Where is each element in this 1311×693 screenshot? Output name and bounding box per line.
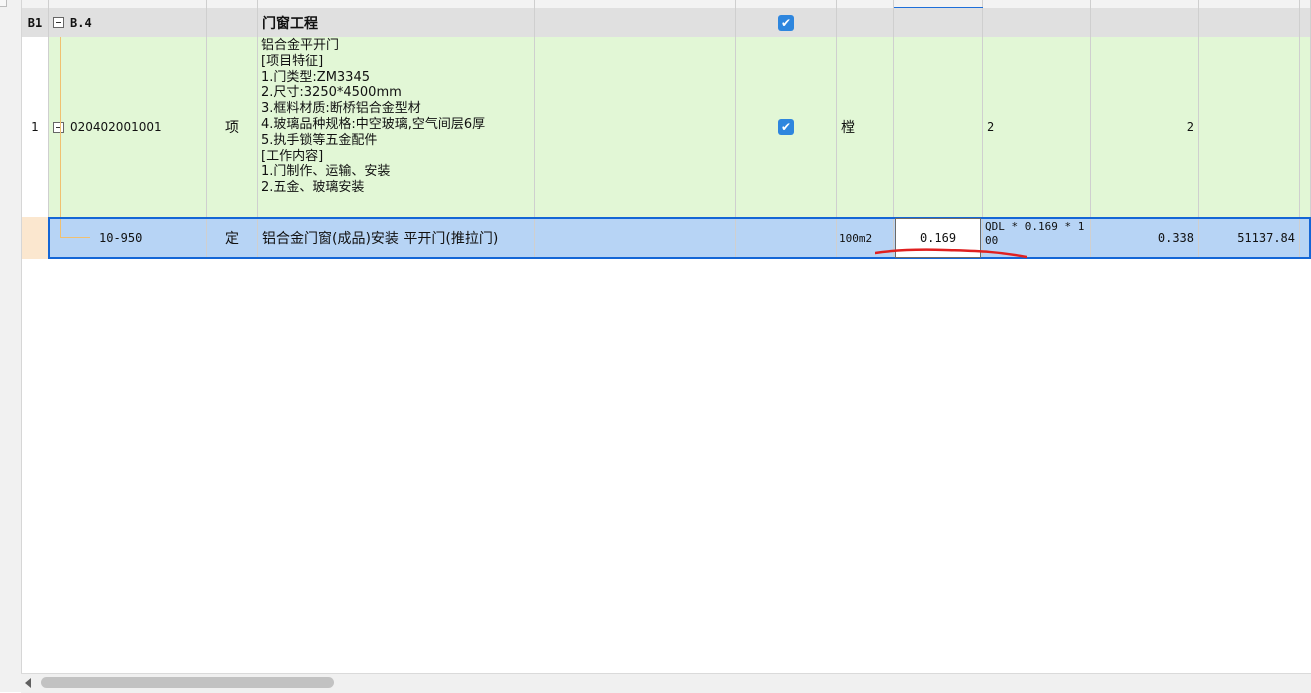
checkbox-checked-icon[interactable]: ✔ [778, 14, 794, 31]
left-arrow-icon[interactable] [25, 678, 31, 688]
corner-tab[interactable] [0, 0, 7, 7]
horizontal-scrollbar[interactable] [21, 673, 1311, 693]
scrollbar-thumb[interactable] [41, 677, 334, 688]
minus-box-icon[interactable] [53, 17, 64, 28]
description-line: [工作内容] [261, 148, 324, 164]
table-row-quota[interactable]: 10-950 定 铝合金门窗(成品)安装 平开门(推拉门) 100m2 QDL … [22, 217, 1311, 259]
description-line: 1.门制作、运输、安装 [261, 164, 391, 180]
checkbox-checked-icon[interactable]: ✔ [778, 119, 794, 135]
group-code: B.4 [70, 15, 92, 30]
row-index: 1 [31, 120, 39, 134]
quota-expression[interactable]: QDL * 0.169 * 100 [983, 217, 1090, 251]
quota-name: 铝合金门窗(成品)安装 平开门(推拉门) [262, 231, 499, 247]
bill-grid: B1 B.4 门窗工程 ✔ 1 020402001001 项 铝合金平开门 [项… [22, 0, 1311, 260]
description-line: 1.门类型:ZM3345 [261, 69, 370, 85]
description-line: 3.框料材质:断桥铝合金型材 [261, 101, 421, 117]
item-quantity: 2 [1186, 120, 1194, 134]
item-unit: 樘 [841, 120, 855, 136]
description-line: 2.五金、玻璃安装 [261, 180, 365, 196]
description-line: 2.尺寸:3250*4500mm [261, 85, 402, 101]
quota-price: 51137.84 [1237, 231, 1295, 245]
left-gutter [0, 0, 22, 692]
description-line: 5.执手锁等五金配件 [261, 132, 378, 148]
item-expression[interactable]: 2 [983, 37, 1090, 217]
table-row-item-1[interactable]: 1 020402001001 项 铝合金平开门 [项目特征] 1.门类型:ZM3… [22, 37, 1311, 218]
tree-line [60, 217, 61, 237]
quota-code: 10-950 [99, 231, 143, 245]
quota-quantity: 0.338 [1157, 231, 1194, 245]
item-category: 项 [225, 120, 239, 136]
quota-category: 定 [225, 231, 239, 247]
item-description[interactable]: 铝合金平开门 [项目特征] 1.门类型:ZM3345 2.尺寸:3250*450… [258, 37, 534, 197]
quota-unit: 100m2 [839, 231, 873, 245]
table-row-group-b1[interactable]: B1 B.4 门窗工程 ✔ [22, 8, 1311, 38]
content-value-input[interactable]: 0.169 [895, 218, 981, 258]
description-line: 铝合金平开门 [261, 38, 340, 53]
item-code: 020402001001 [70, 120, 162, 134]
description-line: [项目特征] [261, 53, 324, 69]
group-name: 门窗工程 [262, 15, 318, 32]
row-index: B1 [27, 15, 43, 30]
tree-line [60, 237, 90, 238]
description-line: 4.玻璃品种规格:中空玻璃,空气间层6厚 [261, 116, 486, 132]
minus-box-icon[interactable] [53, 121, 64, 133]
tree-line [60, 37, 61, 217]
